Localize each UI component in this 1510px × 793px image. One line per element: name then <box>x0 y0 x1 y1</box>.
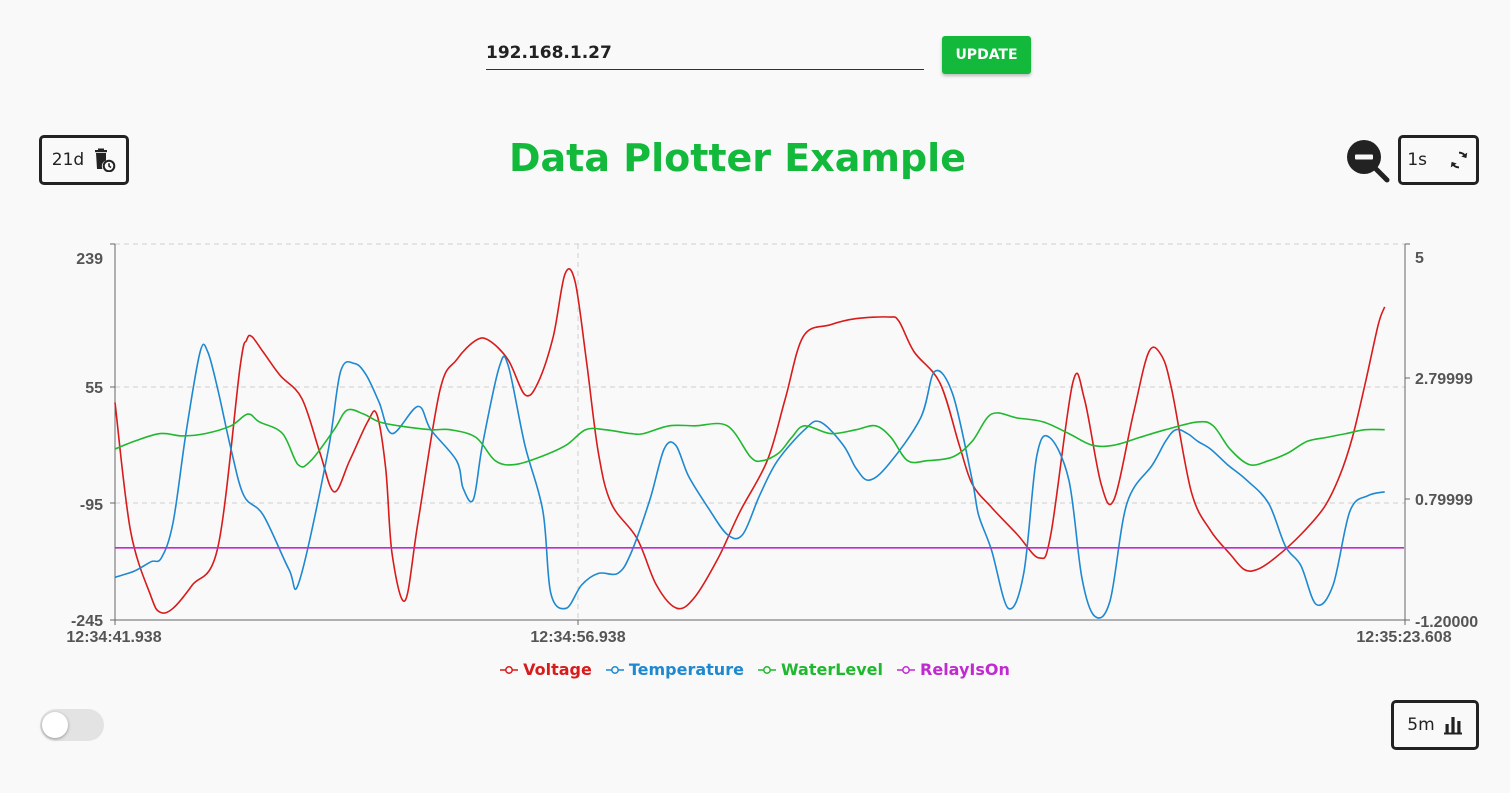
grid-lines <box>115 243 1405 620</box>
x-tick-label: 12:34:41.938 <box>66 629 161 646</box>
ip-input[interactable] <box>486 38 924 68</box>
zoom-out-icon <box>1347 140 1390 183</box>
refresh-rate-label: 1s <box>1407 150 1428 170</box>
ip-field[interactable] <box>486 38 924 70</box>
legend-label: RelayIsOn <box>920 660 1010 679</box>
toggle-knob <box>42 712 68 738</box>
time-window-button[interactable]: 5m <box>1391 700 1479 750</box>
legend-marker-icon <box>757 665 776 674</box>
line-chart[interactable]: 239 55 -95 -245 5 2.79999 0.79999 -1.200… <box>0 230 1510 650</box>
legend-marker-icon <box>500 665 519 674</box>
y-right-tick-label: 0.79999 <box>1415 492 1473 509</box>
legend-item-voltage[interactable]: Voltage <box>500 660 592 679</box>
x-tick-label: 12:35:23.608 <box>1356 629 1451 646</box>
update-button[interactable]: UPDATE <box>942 36 1031 74</box>
axes <box>110 243 1410 625</box>
x-tick-label: 12:34:56.938 <box>530 629 625 646</box>
mode-toggle[interactable] <box>40 709 104 741</box>
legend-marker-icon <box>897 665 916 674</box>
y-right-tick-label: 2.79999 <box>1415 371 1473 388</box>
y-left-tick-label: 239 <box>76 251 103 268</box>
time-window-label: 5m <box>1407 715 1435 735</box>
legend-item-temperature[interactable]: Temperature <box>605 660 744 679</box>
legend-label: Temperature <box>628 660 744 679</box>
y-left-tick-label: -95 <box>80 497 103 514</box>
y-right-ticks: 5 2.79999 0.79999 -1.20000 <box>1415 250 1478 631</box>
legend-marker-icon <box>605 665 624 674</box>
refresh-rate-button[interactable]: 1s <box>1398 135 1479 185</box>
legend-label: Voltage <box>523 660 592 679</box>
zoom-out-button[interactable] <box>1345 138 1390 183</box>
y-left-ticks: 239 55 -95 -245 <box>71 251 103 630</box>
y-left-tick-label: 55 <box>85 380 103 397</box>
legend-item-waterlevel[interactable]: WaterLevel <box>757 660 884 679</box>
y-left-tick-label: -245 <box>71 613 103 630</box>
x-ticks: 12:34:41.938 12:34:56.938 12:35:23.608 <box>66 629 1451 646</box>
bar-chart-icon <box>1443 715 1463 735</box>
y-right-tick-label: 5 <box>1415 250 1424 267</box>
legend-label: WaterLevel <box>780 660 884 679</box>
series-layer <box>114 268 1404 619</box>
series-line-temperature <box>114 343 1385 619</box>
refresh-icon <box>1448 149 1470 171</box>
page-title: Data Plotter Example <box>509 136 966 180</box>
legend-item-relayison[interactable]: RelayIsOn <box>897 660 1010 679</box>
chart-legend: Voltage Temperature WaterLevel RelayIsOn <box>0 660 1510 679</box>
